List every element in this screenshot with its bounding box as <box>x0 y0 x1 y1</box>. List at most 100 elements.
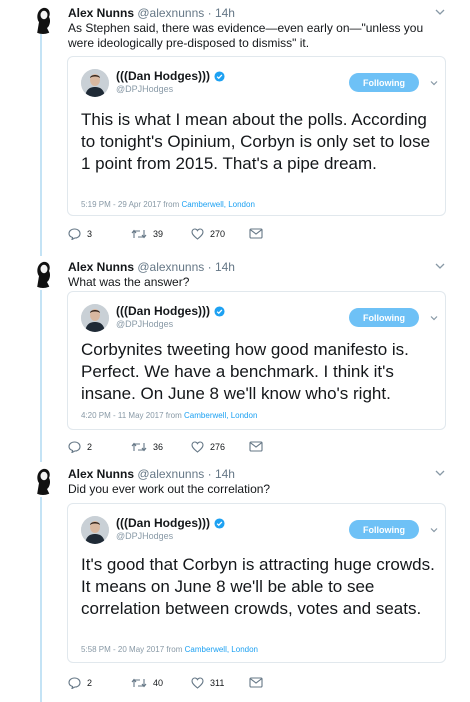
chevron-down-icon[interactable] <box>429 78 439 88</box>
avatar-silhouette-icon <box>37 261 51 288</box>
retweet-button[interactable]: 40 <box>131 677 163 689</box>
following-button[interactable]: Following <box>349 308 419 327</box>
reply-button[interactable]: 2 <box>68 677 92 689</box>
like-button[interactable]: 276 <box>191 441 225 453</box>
location-link[interactable]: Camberwell, London <box>182 200 255 209</box>
retweet-icon <box>131 229 147 239</box>
chevron-down-icon[interactable] <box>429 313 439 323</box>
like-icon <box>191 228 204 240</box>
like-count: 270 <box>210 229 226 239</box>
timestamp-text[interactable]: 4:20 PM - 11 May 2017 from <box>81 411 182 420</box>
quoted-author-name[interactable]: (((Dan Hodges))) <box>116 516 225 530</box>
avatar[interactable] <box>28 465 58 495</box>
separator: · <box>207 260 212 274</box>
author-handle[interactable]: @alexnunns <box>137 467 204 481</box>
reply-icon <box>68 228 81 240</box>
avatar-photo-icon <box>81 69 109 97</box>
tweet-text: Did you ever work out the correlation? <box>68 482 271 496</box>
like-count: 276 <box>210 442 226 452</box>
reply-button[interactable]: 3 <box>68 228 92 240</box>
quoted-author-name-text: (((Dan Hodges))) <box>116 69 210 83</box>
quoted-author-name[interactable]: (((Dan Hodges))) <box>116 304 225 318</box>
verified-icon <box>214 305 225 317</box>
dm-icon <box>249 677 263 688</box>
quoted-tweet-text: This is what I mean about the polls. Acc… <box>81 110 431 173</box>
tweet-text: What was the answer? <box>68 275 190 289</box>
reply-count: 2 <box>87 678 93 688</box>
author-handle[interactable]: @alexnunns <box>137 260 204 274</box>
reply-icon <box>68 441 81 453</box>
quoted-tweet-timestamp: 4:20 PM - 11 May 2017 from Camberwell, L… <box>81 411 257 421</box>
retweet-count: 39 <box>153 229 164 239</box>
avatar[interactable] <box>81 69 109 97</box>
quoted-author-handle[interactable]: @DPJHodges <box>116 84 173 95</box>
tweet-header: Alex Nunns @alexnunns · 14h <box>68 260 235 274</box>
tweet[interactable]: Alex Nunns @alexnunns · 14h Did you ever… <box>0 465 470 702</box>
chevron-down-icon[interactable] <box>434 260 446 272</box>
avatar[interactable] <box>28 4 58 34</box>
chevron-down-icon[interactable] <box>429 525 439 535</box>
quoted-tweet[interactable]: (((Dan Hodges))) @DPJHodges Following Co… <box>67 291 446 430</box>
dm-icon <box>249 441 263 452</box>
author-handle[interactable]: @alexnunns <box>137 6 204 20</box>
tweet-time[interactable]: 14h <box>215 6 235 20</box>
tweet[interactable]: Alex Nunns @alexnunns · 14h What was the… <box>0 258 470 468</box>
avatar[interactable] <box>81 516 109 544</box>
verified-icon <box>214 517 225 529</box>
quoted-tweet-text: Corbynites tweeting how good manifesto i… <box>81 340 409 403</box>
quoted-tweet[interactable]: (((Dan Hodges))) @DPJHodges Following It… <box>67 503 446 663</box>
quoted-tweet-timestamp: 5:19 PM - 29 Apr 2017 from Camberwell, L… <box>81 200 255 210</box>
separator: · <box>207 6 212 20</box>
author-name[interactable]: Alex Nunns <box>68 6 134 20</box>
tweet-time[interactable]: 14h <box>215 467 235 481</box>
chevron-down-icon[interactable] <box>434 6 446 18</box>
timestamp-text[interactable]: 5:19 PM - 29 Apr 2017 from <box>81 200 179 209</box>
author-name[interactable]: Alex Nunns <box>68 260 134 274</box>
quoted-author-handle[interactable]: @DPJHodges <box>116 319 173 330</box>
quoted-tweet[interactable]: (((Dan Hodges))) @DPJHodges Following Th… <box>67 56 446 216</box>
retweet-button[interactable]: 36 <box>131 441 163 453</box>
reply-icon <box>68 677 81 689</box>
tweet-text: As Stephen said, there was evidence—even… <box>68 21 424 50</box>
reply-count: 2 <box>87 442 93 452</box>
retweet-icon <box>131 678 147 688</box>
reply-button[interactable]: 2 <box>68 441 92 453</box>
quoted-author-handle[interactable]: @DPJHodges <box>116 531 173 542</box>
retweet-count: 36 <box>153 442 164 452</box>
direct-message-button[interactable] <box>249 677 263 688</box>
like-count: 311 <box>210 678 225 688</box>
like-icon <box>191 441 204 453</box>
retweet-icon <box>131 442 147 452</box>
like-icon <box>191 677 204 689</box>
tweet-time[interactable]: 14h <box>215 260 235 274</box>
avatar[interactable] <box>81 304 109 332</box>
quoted-author-name-text: (((Dan Hodges))) <box>116 516 210 530</box>
retweet-button[interactable]: 39 <box>131 228 163 240</box>
verified-icon <box>214 70 225 82</box>
quoted-tweet-text: It's good that Corbyn is attracting huge… <box>81 555 435 618</box>
avatar-photo-icon <box>81 516 109 544</box>
quoted-author-name-text: (((Dan Hodges))) <box>116 304 210 318</box>
avatar-silhouette-icon <box>37 7 51 34</box>
quoted-author-name[interactable]: (((Dan Hodges))) <box>116 69 225 83</box>
dm-icon <box>249 228 263 239</box>
like-button[interactable]: 270 <box>191 228 225 240</box>
retweet-count: 40 <box>153 678 164 688</box>
location-link[interactable]: Camberwell, London <box>184 411 257 420</box>
following-button[interactable]: Following <box>349 73 419 92</box>
location-link[interactable]: Camberwell, London <box>185 645 258 654</box>
quoted-tweet-timestamp: 5:58 PM - 20 May 2017 from Camberwell, L… <box>81 645 258 655</box>
avatar-photo-icon <box>81 304 109 332</box>
reply-count: 3 <box>87 229 93 239</box>
direct-message-button[interactable] <box>249 228 263 239</box>
like-button[interactable]: 311 <box>191 677 224 689</box>
following-button[interactable]: Following <box>349 520 419 539</box>
timestamp-text[interactable]: 5:58 PM - 20 May 2017 from <box>81 645 182 654</box>
direct-message-button[interactable] <box>249 441 263 452</box>
tweet[interactable]: Alex Nunns @alexnunns · 14h As Stephen s… <box>0 4 470 254</box>
author-name[interactable]: Alex Nunns <box>68 467 134 481</box>
chevron-down-icon[interactable] <box>434 467 446 479</box>
tweet-header: Alex Nunns @alexnunns · 14h <box>68 467 235 481</box>
avatar[interactable] <box>28 258 58 288</box>
separator: · <box>207 467 212 481</box>
